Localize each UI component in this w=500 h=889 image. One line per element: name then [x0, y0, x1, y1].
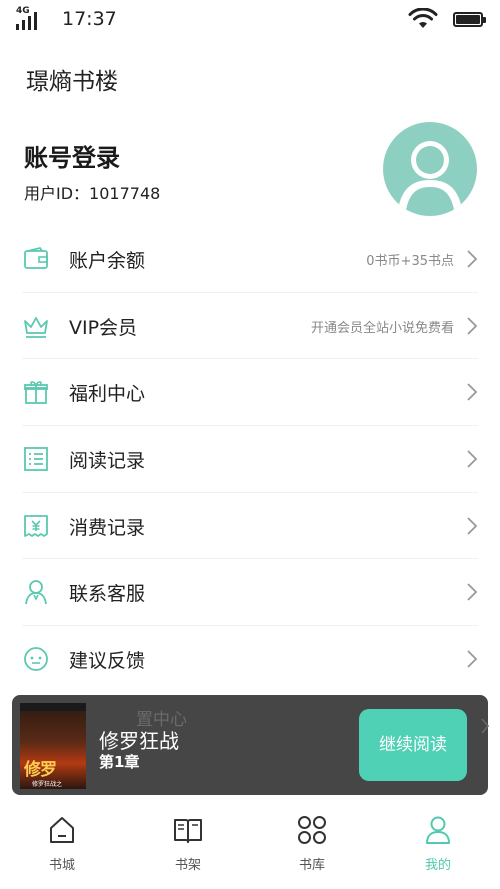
book-cover[interactable]: 修罗 修罗狂战之	[20, 703, 86, 789]
continue-reading-bar[interactable]: 置中心 修罗 修罗狂战之 修罗狂战 第1章 继续阅读	[12, 695, 490, 795]
chevron-right-icon	[467, 383, 478, 402]
chevron-right-icon	[467, 650, 478, 668]
tab-bookstore[interactable]: 书城	[22, 806, 102, 889]
list-icon	[24, 447, 48, 471]
gift-icon	[24, 381, 48, 405]
balance-value: 0书币+35书点	[366, 254, 454, 269]
receipt-icon	[24, 514, 48, 537]
status-bar: 4G 17:37	[0, 0, 500, 40]
menu-item-contact-support[interactable]: 联系客服	[22, 559, 478, 627]
chevron-right-icon	[467, 517, 478, 535]
tab-label: 书城	[48, 858, 75, 873]
network-type: 4G	[16, 6, 30, 16]
user-icon	[426, 816, 450, 844]
default-avatar-icon	[397, 141, 463, 216]
menu-item-label: 消费记录	[69, 516, 146, 539]
tab-mine[interactable]: 我的	[398, 806, 478, 889]
chevron-right-icon	[467, 450, 478, 468]
chevron-right-icon	[481, 718, 490, 734]
menu-item-label: 账户余额	[69, 250, 146, 272]
clock: 17:37	[62, 8, 117, 30]
menu-item-label: VIP会员	[69, 316, 138, 339]
crown-icon	[24, 316, 48, 338]
cellular-signal-icon: 4G	[16, 6, 46, 32]
tab-bookshelf[interactable]: 书架	[148, 806, 228, 889]
chevron-right-icon	[467, 317, 478, 335]
menu-item-reading-history[interactable]: 阅读记录	[22, 426, 478, 493]
menu-item-purchase-history[interactable]: 消费记录	[22, 493, 478, 560]
cover-title: 修罗	[24, 760, 57, 780]
feedback-icon	[24, 647, 48, 672]
avatar[interactable]	[383, 122, 477, 216]
chevron-right-icon	[467, 583, 478, 602]
menu-item-vip-member[interactable]: VIP会员 开通会员全站小说免费看	[22, 293, 478, 360]
wallet-icon	[24, 246, 48, 269]
home-icon	[50, 817, 74, 843]
menu-item-account-balance[interactable]: 账户余额 0书币+35书点	[22, 226, 478, 293]
menu-item-label: 建议反馈	[69, 650, 146, 673]
tab-label: 我的	[424, 858, 451, 873]
book-title: 修罗狂战	[99, 729, 179, 753]
login-link[interactable]: 账号登录	[24, 138, 120, 173]
battery-icon	[453, 12, 486, 27]
chapter-label: 第1章	[99, 753, 140, 771]
menu-item-welfare-center[interactable]: 福利中心	[22, 359, 478, 427]
continue-reading-button[interactable]: 继续阅读	[359, 709, 467, 781]
tab-label: 书架	[174, 858, 201, 873]
vip-promo-text: 开通会员全站小说免费看	[310, 320, 454, 336]
tab-library[interactable]: 书库	[272, 806, 352, 889]
settings-menu: 账户余额 0书币+35书点 VIP会员 开通会员全站小说免费看 福利中心 阅读记…	[22, 226, 478, 693]
wifi-icon	[408, 8, 438, 28]
cover-subtitle: 修罗狂战之	[32, 781, 63, 788]
chevron-right-icon	[467, 250, 478, 268]
user-id: 用户ID：1017748	[24, 184, 161, 203]
app-title: 璟熵书楼	[26, 69, 118, 95]
menu-item-label: 阅读记录	[69, 450, 146, 473]
bottom-tab-bar: 书城 书架 书库 我的	[0, 806, 500, 889]
menu-item-feedback[interactable]: 建议反馈	[22, 626, 478, 693]
grid-icon	[298, 816, 326, 844]
menu-item-label: 联系客服	[69, 583, 146, 606]
menu-item-label: 福利中心	[69, 383, 146, 406]
tab-label: 书库	[298, 858, 325, 873]
support-agent-icon	[25, 580, 47, 605]
book-icon	[174, 819, 202, 843]
